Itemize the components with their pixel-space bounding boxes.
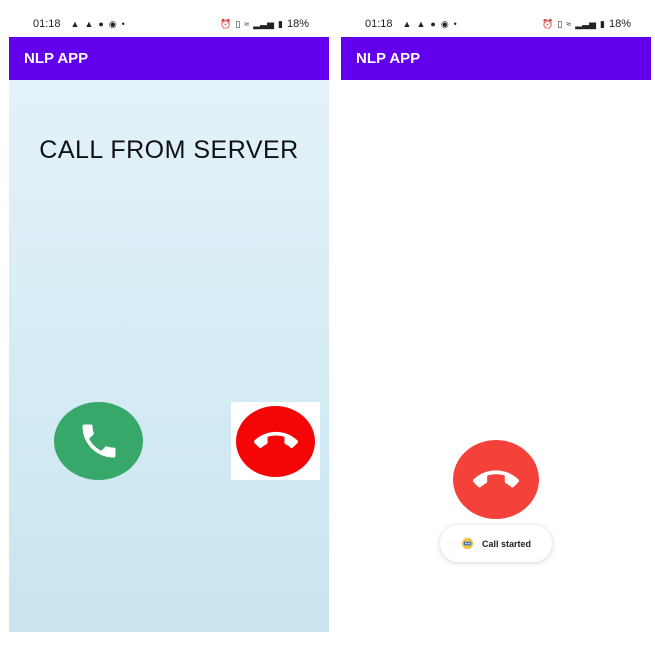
system-icons: ⏰ ▯ ≈ ▂▃▅ ▮ 18% xyxy=(220,18,309,30)
toast-message: Call started xyxy=(440,525,552,562)
alarm-icon: ⏰ xyxy=(542,18,554,29)
status-time: 01:18 xyxy=(33,18,61,30)
hangup-icon xyxy=(253,431,298,449)
vibrate-icon: ▯ xyxy=(557,18,563,29)
battery-icon: ▮ xyxy=(278,18,283,29)
battery-percent: 18% xyxy=(608,18,631,30)
app-logo-icon xyxy=(461,537,474,550)
vibrate-icon: ▯ xyxy=(235,18,241,29)
call-started-screen: 01:18 ▲ ▲ ● ◉ • ⏰ ▯ ≈ ▂▃▅ ▮ 18% NLP APP xyxy=(341,0,651,632)
more-dot-icon: • xyxy=(453,19,457,29)
signal-icon: ▂▃▅ xyxy=(575,18,597,29)
snapchat-icon: ▲ xyxy=(70,19,80,29)
status-bar: 01:18 ▲ ▲ ● ◉ • ⏰ ▯ ≈ ▂▃▅ ▮ 18% xyxy=(9,14,329,34)
battery-percent: 18% xyxy=(286,18,309,30)
wifi-icon: ≈ xyxy=(566,19,572,29)
app-bar: NLP APP xyxy=(9,37,329,80)
notification-icons: ▲ ▲ ● ◉ • xyxy=(403,19,457,30)
snapchat-icon: ▲ xyxy=(84,19,94,29)
app-title: NLP APP xyxy=(356,50,421,67)
toast-text: Call started xyxy=(481,538,532,549)
status-bar: 01:18 ▲ ▲ ● ◉ • ⏰ ▯ ≈ ▂▃▅ ▮ 18% xyxy=(341,14,651,34)
app-bar: NLP APP xyxy=(341,37,651,80)
app-notification-icon: ◉ xyxy=(440,18,449,29)
signal-icon: ▂▃▅ xyxy=(253,18,275,29)
accept-call-button[interactable] xyxy=(54,402,143,480)
notification-icons: ▲ ▲ ● ◉ • xyxy=(71,19,125,30)
app-notification-icon: ◉ xyxy=(108,18,117,29)
snapchat-icon: ▲ xyxy=(416,19,426,29)
chat-icon: ● xyxy=(98,19,104,29)
decline-call-tile xyxy=(231,402,320,480)
alarm-icon: ⏰ xyxy=(220,18,232,29)
system-icons: ⏰ ▯ ≈ ▂▃▅ ▮ 18% xyxy=(542,18,631,30)
hangup-icon xyxy=(473,469,519,487)
incoming-call-screen: 01:18 ▲ ▲ ● ◉ • ⏰ ▯ ≈ ▂▃▅ ▮ 18% NLP APP … xyxy=(9,0,329,632)
call-body: Call started xyxy=(341,80,651,632)
decline-call-button[interactable] xyxy=(236,405,315,477)
end-call-button[interactable] xyxy=(453,440,539,519)
wifi-icon: ≈ xyxy=(244,19,250,29)
snapchat-icon: ▲ xyxy=(402,19,412,29)
chat-icon: ● xyxy=(430,19,436,29)
phone-icon xyxy=(82,424,115,458)
more-dot-icon: • xyxy=(121,19,125,29)
call-title: CALL FROM SERVER xyxy=(39,136,299,164)
battery-icon: ▮ xyxy=(600,18,605,29)
app-title: NLP APP xyxy=(24,50,89,67)
status-time: 01:18 xyxy=(365,18,393,30)
call-background: CALL FROM SERVER xyxy=(9,80,329,632)
